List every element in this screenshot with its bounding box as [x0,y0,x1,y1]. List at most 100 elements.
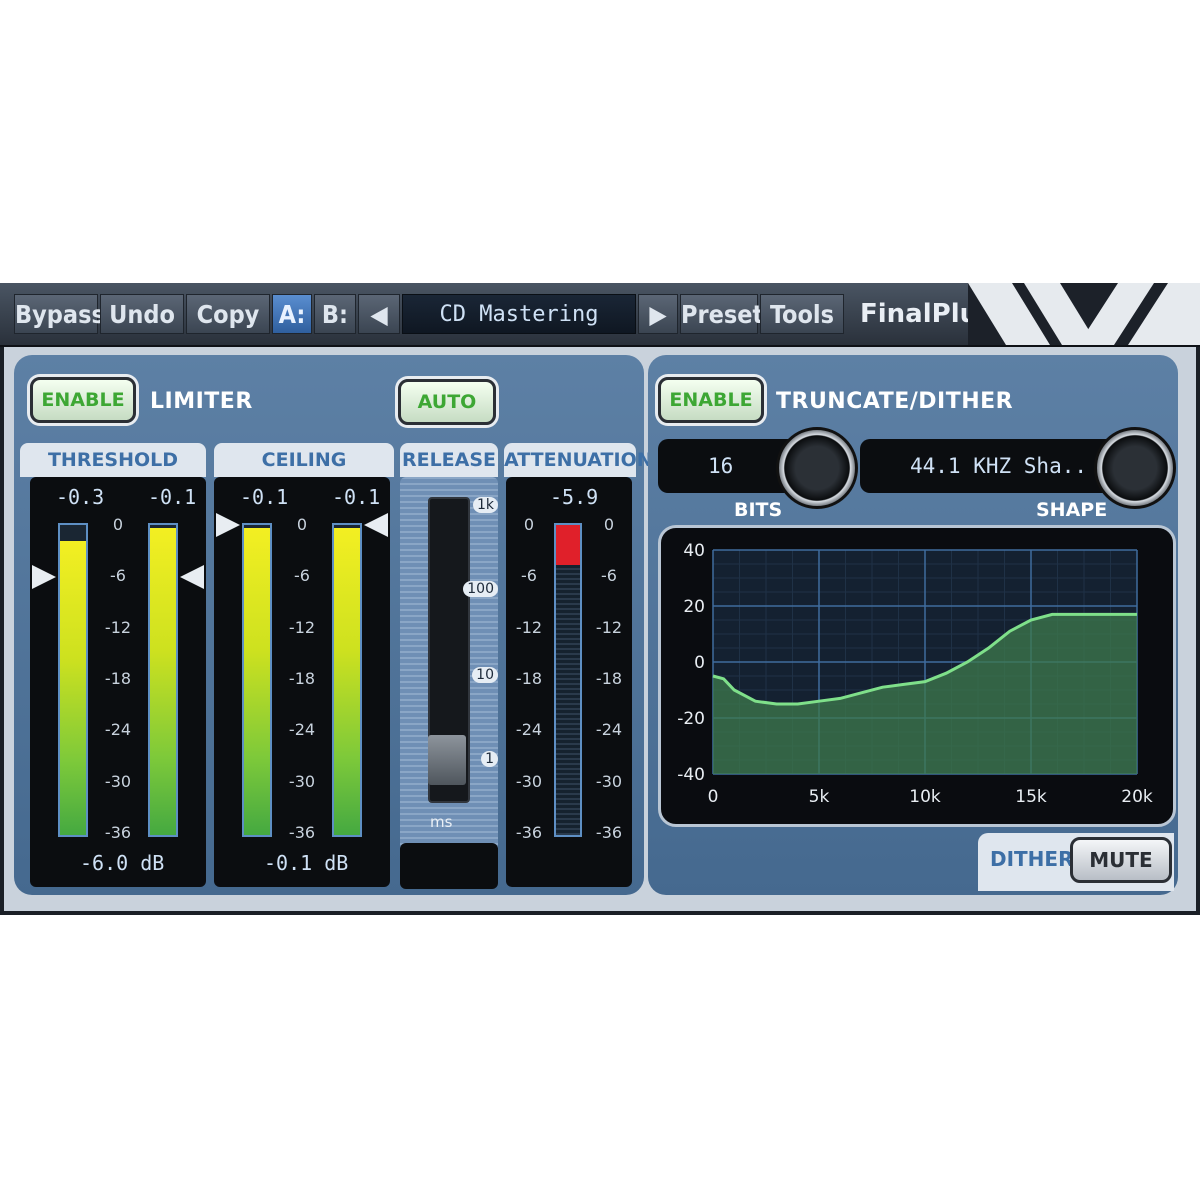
threshold-value[interactable]: -6.0 dB [80,851,164,875]
scale-label: -36 [595,822,623,842]
setup-a-button[interactable]: A: [272,294,312,334]
ceiling-peak-right: -0.1 [332,485,381,509]
ceiling-right-fill [334,528,360,835]
setup-b-button[interactable]: B: [314,294,356,334]
scale-label: 0 [603,515,615,534]
release-heading: RELEASE [400,443,498,477]
ceiling-peak-left: -0.1 [240,485,289,509]
release-tick-100: 100 [463,581,498,597]
dither-enable-button[interactable]: ENABLE [658,377,764,423]
ceiling-meter-right-bar [332,523,362,837]
attenuation-bar [554,523,582,837]
threshold-heading: THRESHOLD [20,443,206,477]
limiter-enable-button[interactable]: ENABLE [30,377,136,423]
dither-mute-section: DITHER MUTE [978,833,1174,891]
scale-label: -12 [595,617,623,637]
y-tick-label: -40 [677,765,705,785]
shape-knob[interactable] [1094,427,1176,509]
x-tick-label: 10k [909,787,941,807]
scale-label: 0 [296,515,308,534]
scale-label: -18 [104,668,132,688]
y-tick-label: 40 [683,541,705,561]
right-triangle-icon: ▶ [649,300,667,329]
attenuation-value: -5.9 [550,485,599,509]
bits-label: BITS [734,499,783,521]
y-tick-label: -20 [677,709,705,729]
x-tick-label: 0 [708,787,719,807]
limiter-panel: ENABLE LIMITER AUTO THRESHOLD -0.3 -0.1 … [14,355,653,895]
release-slider[interactable]: 1k 100 10 1 ms [400,477,498,889]
scale-label: -30 [104,771,132,791]
left-triangle-icon: ◀ [370,300,388,329]
dither-label: DITHER [990,847,1074,871]
x-tick-label: 5k [809,787,830,807]
x-tick-label: 15k [1015,787,1047,807]
ceiling-left-fill [244,528,270,835]
scale-label: -36 [104,822,132,842]
auto-release-button[interactable]: AUTO [398,379,496,425]
scale-label: -30 [288,771,316,791]
toolbar: Bypass Undo Copy A: B: ◀ CD Mastering ▶ … [0,283,1200,347]
ceiling-meter-left-bar [242,523,272,837]
scale-label: -18 [595,668,623,688]
plugin-body: ENABLE LIMITER AUTO THRESHOLD -0.3 -0.1 … [4,347,1196,911]
previous-preset-button[interactable]: ◀ [358,294,400,334]
noise-shape-graph: 0 5k 10k 15k 20k 40 20 0 -20 -40 [658,525,1176,827]
next-preset-button[interactable]: ▶ [638,294,678,334]
release-tick-10: 10 [472,667,498,683]
scale-label: -24 [595,720,623,740]
scale-label: -12 [288,617,316,637]
dither-title: TRUNCATE/DITHER [776,389,1014,414]
ceiling-left-marker-icon[interactable] [216,513,240,537]
attenuation-heading: ATTENUATION [504,443,653,477]
bypass-button[interactable]: Bypass [14,294,105,334]
threshold-left-fill [60,540,86,835]
shape-label: SHAPE [1036,499,1108,521]
scale-label: -18 [288,668,316,688]
noise-shape-chart: 0 5k 10k 15k 20k 40 20 0 -20 -40 [677,541,1153,807]
x-tick-label: 20k [1121,787,1153,807]
copy-button[interactable]: Copy [186,294,270,334]
limiter-title: LIMITER [150,389,253,414]
undo-button[interactable]: Undo [100,294,184,334]
scale-label: -24 [104,720,132,740]
scale-label: 0 [112,515,124,534]
threshold-left-marker-icon[interactable] [32,565,56,589]
release-fader-handle[interactable] [428,735,466,785]
attenuation-fill [556,525,580,565]
scale-label: -6 [110,566,126,586]
preset-menu-button[interactable]: Preset [680,294,763,334]
tools-menu-button[interactable]: Tools [760,294,844,334]
release-tick-1k: 1k [472,497,498,513]
scale-label: -36 [515,822,543,842]
waves-logo [968,283,1200,345]
threshold-peak-right: -0.1 [148,485,197,509]
scale-label: -12 [104,617,132,637]
scale-label: -6 [294,566,310,586]
dither-panel: ENABLE TRUNCATE/DITHER 16 BITS 44.1 KHZ … [648,355,1178,895]
threshold-right-marker-icon[interactable] [180,565,204,589]
scale-label: -30 [595,771,623,791]
release-tick-1: 1 [481,751,498,767]
threshold-meter: -0.3 -0.1 0 -6 -12 -18 -24 -30 -36 -6.0 dB [30,477,206,887]
bits-knob[interactable] [776,427,858,509]
threshold-meter-right-bar [148,523,178,837]
scale-label: -24 [288,720,316,740]
scale-label: -18 [515,668,543,688]
release-unit: ms [430,813,453,831]
scale-label: -30 [515,771,543,791]
ceiling-heading: CEILING [214,443,394,477]
threshold-right-fill [150,528,176,835]
release-value-display [400,843,498,889]
threshold-peak-left: -0.3 [56,485,105,509]
scale-label: -6 [521,566,537,586]
dither-mute-button[interactable]: MUTE [1070,837,1172,883]
scale-label: -36 [288,822,316,842]
ceiling-right-marker-icon[interactable] [364,513,388,537]
attenuation-meter: -5.9 0 -6 -12 -18 -24 -30 -36 0 -6 -12 -18 -24 -30 -… [506,477,632,887]
ceiling-value[interactable]: -0.1 dB [264,851,348,875]
scale-label: -24 [515,720,543,740]
preset-name-display: CD Mastering [402,294,636,334]
y-tick-label: 0 [694,653,705,673]
ceiling-meter: -0.1 -0.1 0 -6 -12 -18 -24 -30 -36 -0.1 dB [214,477,390,887]
